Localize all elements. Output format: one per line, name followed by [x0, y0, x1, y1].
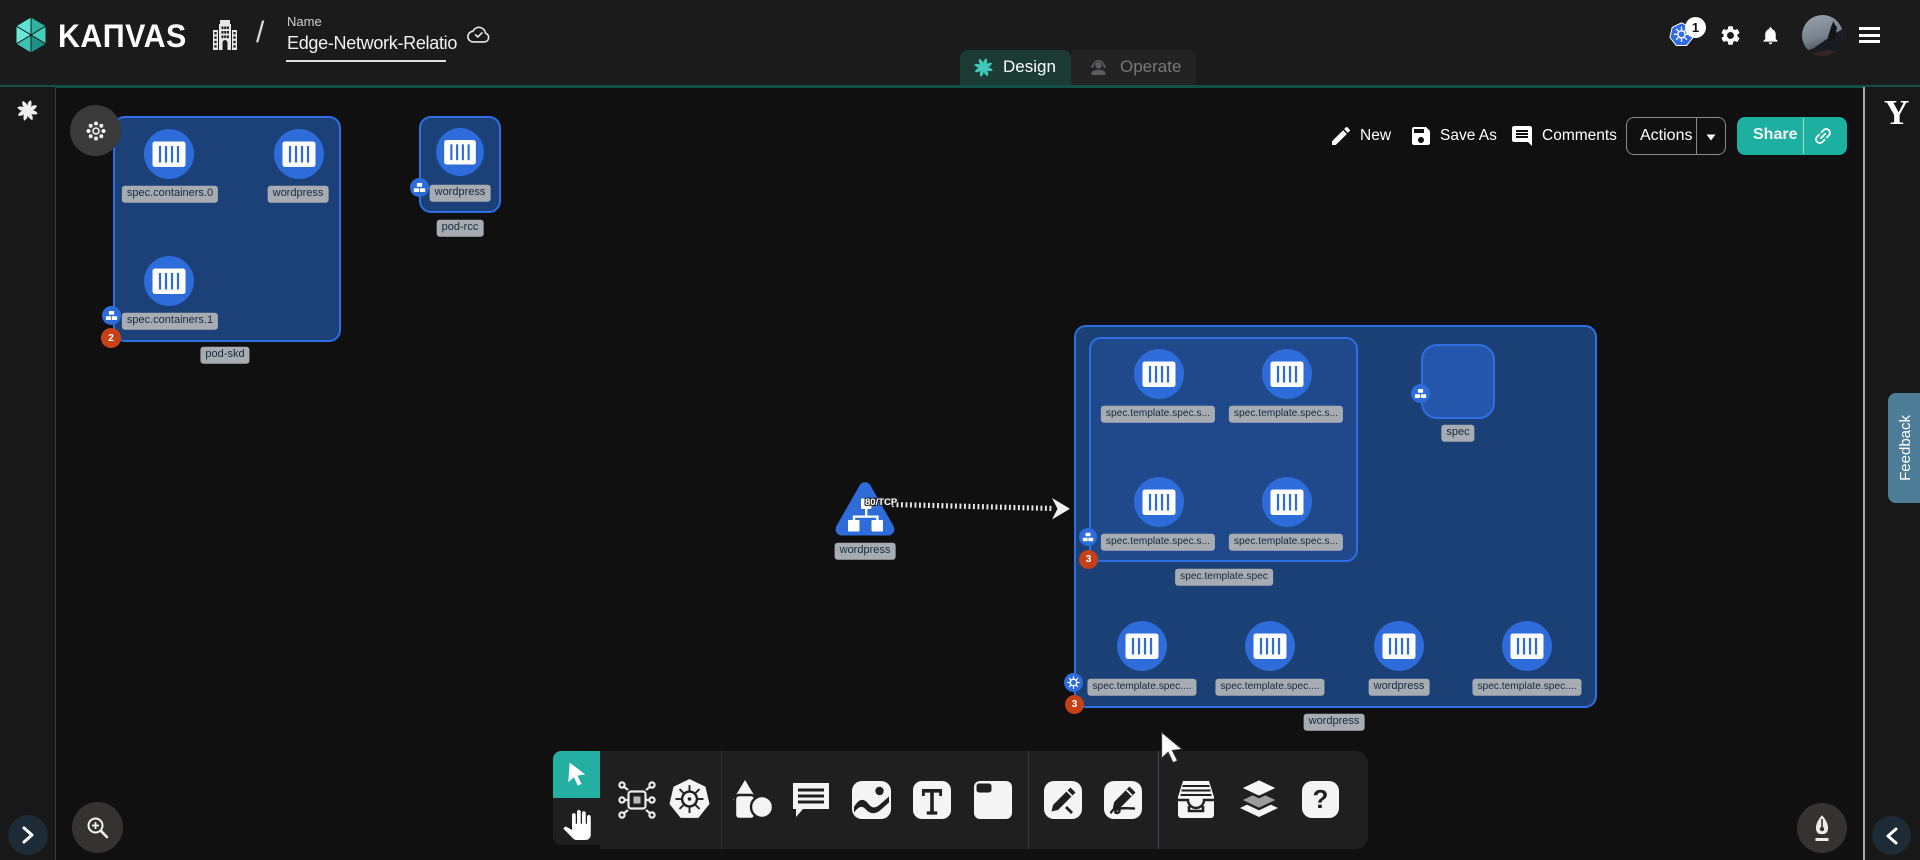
- svg-text:?: ?: [1313, 784, 1329, 814]
